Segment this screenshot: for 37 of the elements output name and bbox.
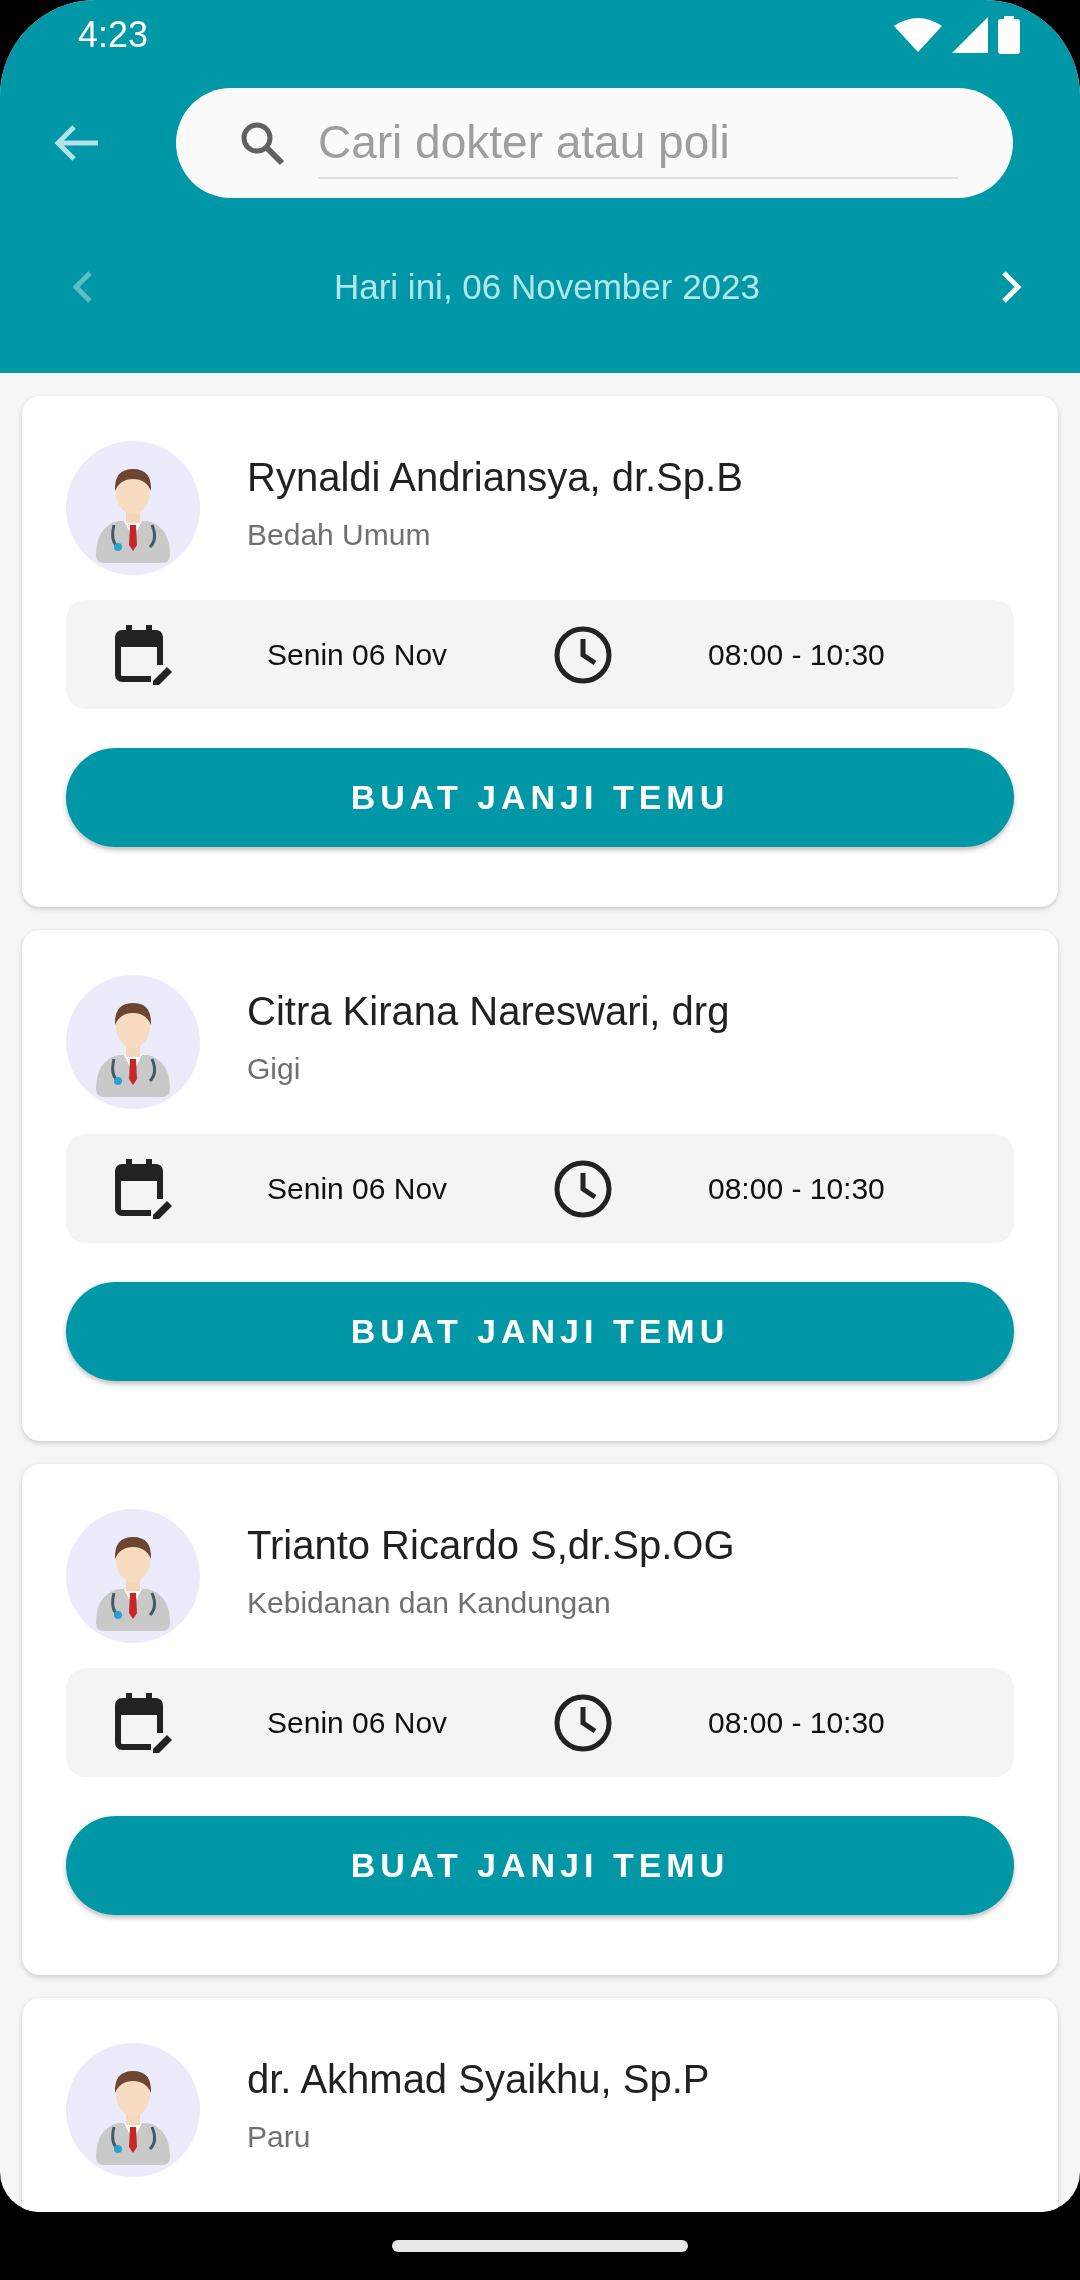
book-appointment-button[interactable]: BUAT JANJI TEMU xyxy=(66,1816,1014,1915)
signal-icon xyxy=(952,17,988,53)
doctor-name: Trianto Ricardo S,dr.Sp.OG xyxy=(247,1522,735,1568)
book-appointment-button[interactable]: BUAT JANJI TEMU xyxy=(66,748,1014,847)
chevron-left-icon xyxy=(70,269,94,305)
schedule-hours: 08:00 - 10:30 xyxy=(708,1705,885,1740)
home-handle[interactable] xyxy=(392,2240,688,2252)
schedule-day: Senin 06 Nov xyxy=(267,637,497,672)
date-label: Hari ini, 06 November 2023 xyxy=(333,267,761,307)
doctor-specialty: Gigi xyxy=(247,1051,302,1086)
clock-icon xyxy=(553,1158,613,1219)
doctor-avatar-icon xyxy=(66,2043,200,2177)
schedule-hours: 08:00 - 10:30 xyxy=(708,637,885,672)
battery-icon xyxy=(998,16,1020,54)
doctor-specialty: Kebidanan dan Kandungan xyxy=(247,1585,612,1620)
book-appointment-button[interactable]: BUAT JANJI TEMU xyxy=(66,1282,1014,1381)
schedule-day: Senin 06 Nov xyxy=(267,1171,497,1206)
wifi-icon xyxy=(894,18,942,52)
doctor-specialty: Paru xyxy=(247,2119,312,2154)
doctor-specialty: Bedah Umum xyxy=(247,517,432,552)
search-field[interactable]: Cari dokter atau poli xyxy=(176,88,1013,198)
schedule-day: Senin 06 Nov xyxy=(267,1705,497,1740)
doctor-name: Citra Kirana Nareswari, drg xyxy=(247,988,730,1034)
status-time: 4:23 xyxy=(78,14,149,56)
clock-icon xyxy=(553,624,613,685)
doctor-avatar-icon xyxy=(66,1509,200,1643)
doctor-avatar-icon xyxy=(66,441,200,575)
doctor-name: dr. Akhmad Syaikhu, Sp.P xyxy=(247,2056,710,2102)
chevron-right-icon xyxy=(1000,269,1024,305)
schedule-hours: 08:00 - 10:30 xyxy=(708,1171,885,1206)
calendar-edit-icon xyxy=(115,1692,173,1753)
calendar-edit-icon xyxy=(115,624,173,685)
doctor-name: Rynaldi Andriansya, dr.Sp.B xyxy=(247,454,743,500)
clock-icon xyxy=(553,1692,613,1753)
back-arrow-icon xyxy=(52,123,100,163)
doctor-avatar-icon xyxy=(66,975,200,1109)
calendar-edit-icon xyxy=(115,1158,173,1219)
